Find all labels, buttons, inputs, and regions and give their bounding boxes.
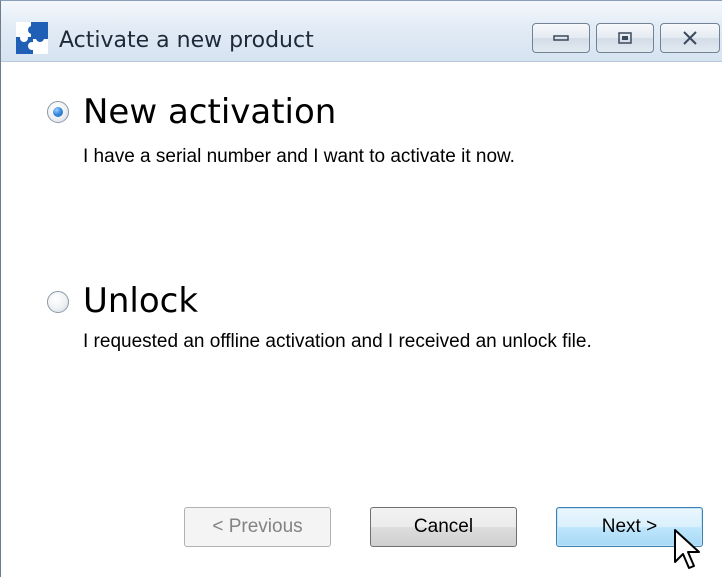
new-activation-description: I have a serial number and I want to act… [83, 146, 515, 167]
close-button[interactable] [660, 23, 720, 53]
cancel-button[interactable]: Cancel [370, 507, 517, 547]
new-activation-title[interactable]: New activation [83, 92, 336, 132]
radio-selected-dot [53, 107, 63, 117]
mouse-pointer-icon [673, 528, 703, 572]
caption-buttons [532, 23, 720, 53]
maximize-button[interactable] [596, 23, 654, 53]
window-title: Activate a new product [59, 28, 314, 53]
title-bar[interactable]: Activate a new product [1, 1, 722, 62]
unlock-title[interactable]: Unlock [83, 281, 198, 321]
unlock-description: I requested an offline activation and I … [83, 331, 592, 352]
puzzle-piece-icon [15, 21, 49, 55]
minimize-button[interactable] [532, 23, 590, 53]
previous-button[interactable]: < Previous [184, 507, 331, 547]
unlock-radio[interactable] [47, 291, 69, 313]
new-activation-radio[interactable] [47, 101, 69, 123]
activation-dialog: Activate a new product New activation I … [0, 0, 722, 577]
